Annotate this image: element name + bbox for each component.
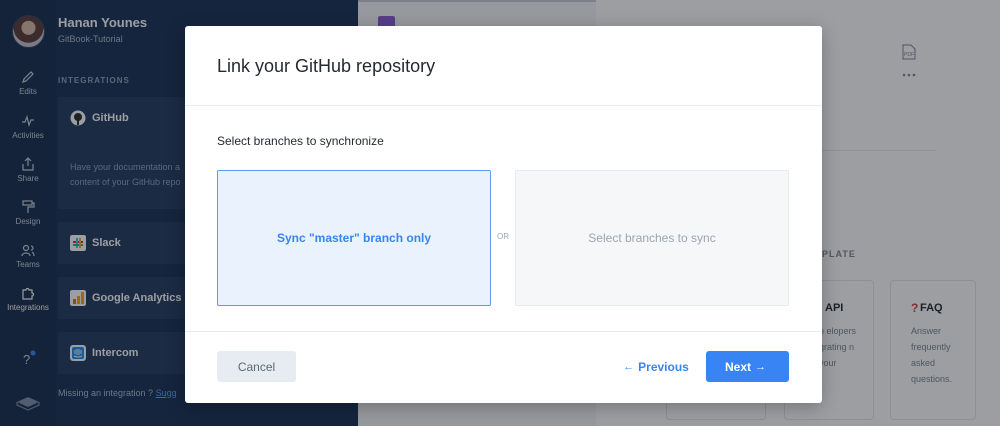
arrow-right-icon: → — [755, 360, 766, 373]
cancel-button[interactable]: Cancel — [217, 351, 296, 382]
modal-header-divider — [185, 105, 822, 106]
previous-button[interactable]: ← Previous — [615, 351, 693, 382]
previous-label: Previous — [638, 359, 689, 374]
next-button[interactable]: Next → — [706, 351, 789, 382]
option-label: Select branches to sync — [588, 231, 716, 245]
section-title: Select branches to synchronize — [217, 134, 384, 148]
sync-master-option[interactable]: Sync "master" branch only — [217, 170, 491, 306]
option-label: Sync "master" branch only — [276, 231, 432, 245]
cancel-label: Cancel — [237, 359, 276, 374]
link-github-modal: Link your GitHub repository Select branc… — [185, 26, 822, 403]
arrow-left-icon: ← — [623, 360, 635, 373]
or-separator: OR — [497, 232, 509, 241]
modal-footer-divider — [185, 331, 822, 332]
select-branches-option[interactable]: Select branches to sync — [515, 170, 789, 306]
next-label: Next — [724, 359, 751, 374]
modal-title: Link your GitHub repository — [217, 56, 436, 76]
